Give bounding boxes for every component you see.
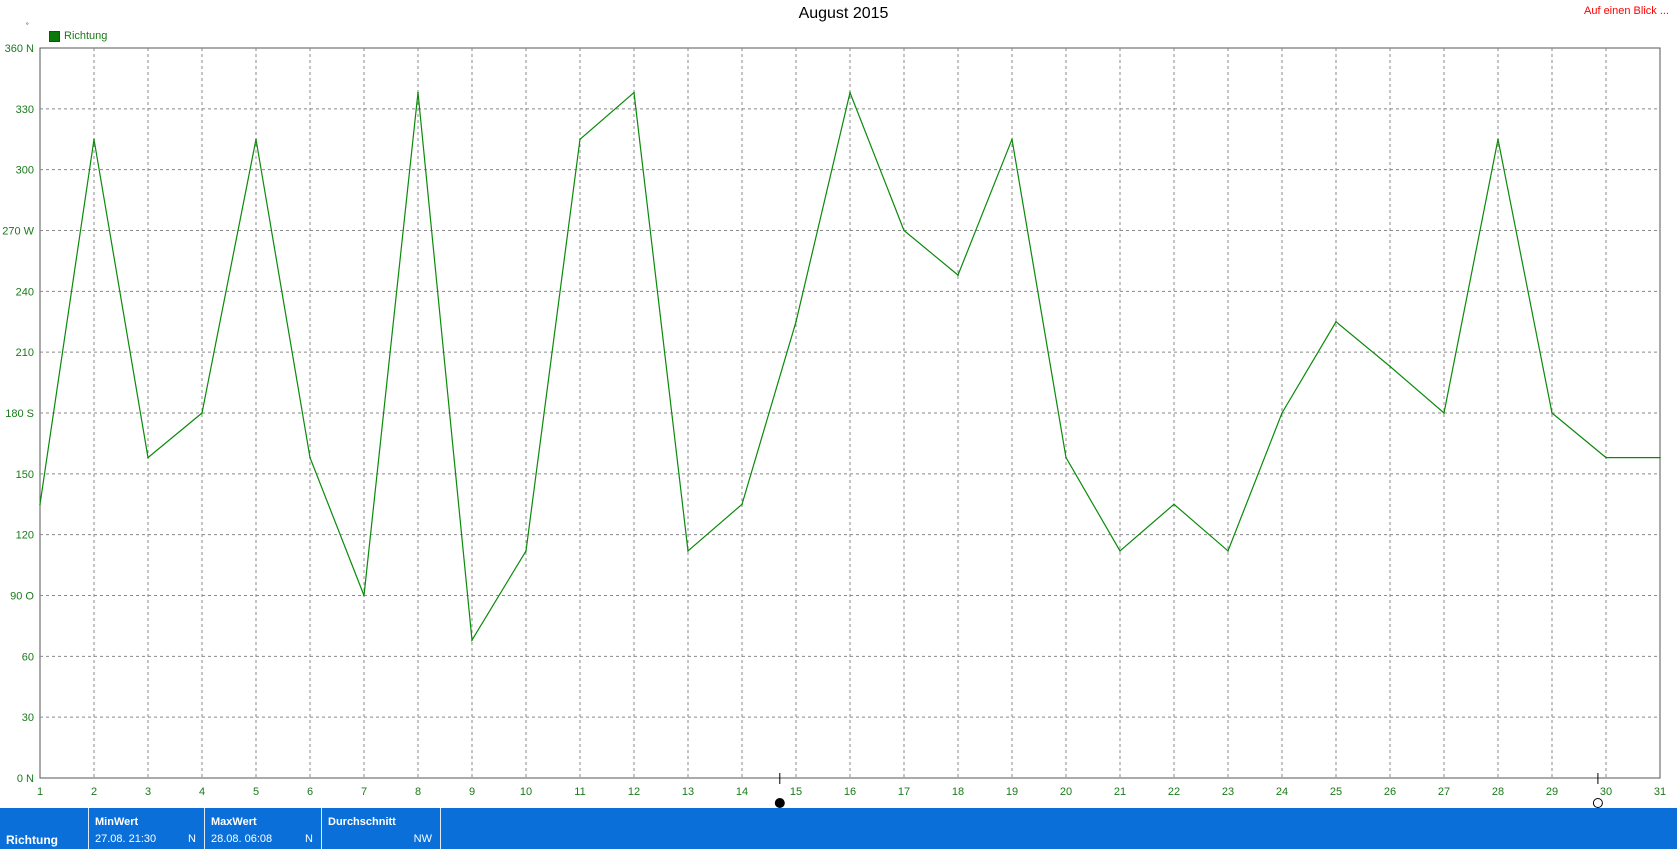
y-tick-label: 120	[16, 530, 34, 542]
x-tick-label: 31	[1654, 786, 1666, 798]
stats-max-unit: N	[305, 833, 313, 845]
data-point	[255, 138, 257, 141]
data-point	[93, 138, 95, 141]
data-point	[1659, 456, 1661, 459]
x-tick-label: 30	[1600, 786, 1612, 798]
y-tick-label: 180 S	[5, 408, 34, 420]
y-tick-label: 300	[16, 165, 34, 177]
x-tick-label: 20	[1060, 786, 1072, 798]
stats-avg-unit: NW	[413, 833, 432, 845]
data-point	[1443, 412, 1445, 414]
data-point	[1119, 550, 1121, 552]
data-point	[687, 550, 689, 552]
data-point	[795, 320, 797, 323]
data-point	[1011, 138, 1013, 141]
stats-max-cell: MaxWert 28.08. 06:08 N	[205, 808, 322, 849]
data-point	[39, 503, 41, 506]
data-point	[201, 412, 203, 414]
data-point	[1065, 456, 1067, 459]
stats-avg-heading: Durchschnitt	[328, 816, 396, 828]
data-point	[1389, 365, 1391, 368]
data-point	[363, 594, 365, 597]
stats-avg-cell: Durchschnitt NW	[322, 808, 441, 849]
data-point	[957, 274, 959, 276]
x-tick-label: 16	[844, 786, 856, 798]
data-point	[471, 639, 473, 641]
data-point	[741, 503, 743, 506]
stats-max-heading: MaxWert	[211, 816, 257, 828]
stats-series-label: Richtung	[6, 833, 58, 847]
x-tick-label: 19	[1006, 786, 1018, 798]
y-tick-label: 90 O	[10, 591, 34, 603]
data-point	[1281, 412, 1283, 414]
stats-min-unit: N	[188, 833, 196, 845]
data-point	[903, 229, 905, 232]
x-tick-label: 26	[1384, 786, 1396, 798]
data-point	[309, 456, 311, 459]
x-tick-label: 13	[682, 786, 694, 798]
x-tick-label: 25	[1330, 786, 1342, 798]
x-tick-label: 10	[520, 786, 532, 798]
stats-max-datetime: 28.08. 06:08	[211, 833, 273, 845]
data-point	[633, 91, 635, 94]
data-point	[1335, 320, 1337, 323]
x-tick-label: 6	[307, 786, 313, 798]
x-tick-label: 24	[1276, 786, 1288, 798]
x-tick-label: 14	[736, 786, 748, 798]
data-point	[417, 91, 419, 94]
y-tick-label: 210	[16, 347, 34, 359]
data-point	[1605, 456, 1607, 459]
stats-min-datetime: 27.08. 21:30	[95, 833, 157, 845]
stats-footer: Richtung MinWert 27.08. 21:30 N MaxWert …	[0, 808, 1677, 849]
y-tick-label: 150	[16, 469, 34, 481]
new-moon-icon	[774, 798, 785, 808]
full-moon-icon	[1592, 798, 1603, 808]
x-tick-label: 9	[469, 786, 475, 798]
x-tick-label: 15	[790, 786, 802, 798]
y-tick-label: 30	[22, 712, 34, 724]
data-point	[579, 138, 581, 141]
data-point	[1227, 550, 1229, 552]
x-tick-label: 17	[898, 786, 910, 798]
x-tick-label: 21	[1114, 786, 1126, 798]
y-tick-label: 240	[16, 286, 34, 298]
x-tick-label: 2	[91, 786, 97, 798]
x-tick-label: 8	[415, 786, 421, 798]
y-tick-label: 330	[16, 104, 34, 116]
stats-min-cell: MinWert 27.08. 21:30 N	[89, 808, 205, 849]
x-tick-label: 22	[1168, 786, 1180, 798]
data-point	[147, 456, 149, 459]
y-tick-label: 270 W	[2, 226, 34, 238]
x-tick-label: 7	[361, 786, 367, 798]
x-tick-label: 1	[37, 786, 43, 798]
data-point	[1173, 503, 1175, 506]
x-tick-label: 12	[628, 786, 640, 798]
data-point	[1497, 138, 1499, 141]
x-tick-label: 4	[199, 786, 205, 798]
line-chart: 0 N306090 O120150180 S210240270 W3003303…	[2, 43, 1666, 808]
y-tick-label: 360 N	[5, 43, 34, 55]
x-tick-label: 28	[1492, 786, 1504, 798]
x-tick-label: 27	[1438, 786, 1450, 798]
data-point	[525, 550, 527, 552]
x-tick-label: 23	[1222, 786, 1234, 798]
y-tick-label: 60	[22, 651, 34, 663]
stats-min-heading: MinWert	[95, 816, 139, 828]
x-tick-label: 3	[145, 786, 151, 798]
x-tick-label: 5	[253, 786, 259, 798]
data-point	[1551, 412, 1553, 414]
stats-series-cell: Richtung	[0, 808, 89, 849]
x-tick-label: 18	[952, 786, 964, 798]
x-tick-label: 29	[1546, 786, 1558, 798]
x-tick-label: 11	[574, 786, 585, 798]
y-tick-label: 0 N	[17, 773, 34, 785]
data-point	[849, 91, 851, 94]
